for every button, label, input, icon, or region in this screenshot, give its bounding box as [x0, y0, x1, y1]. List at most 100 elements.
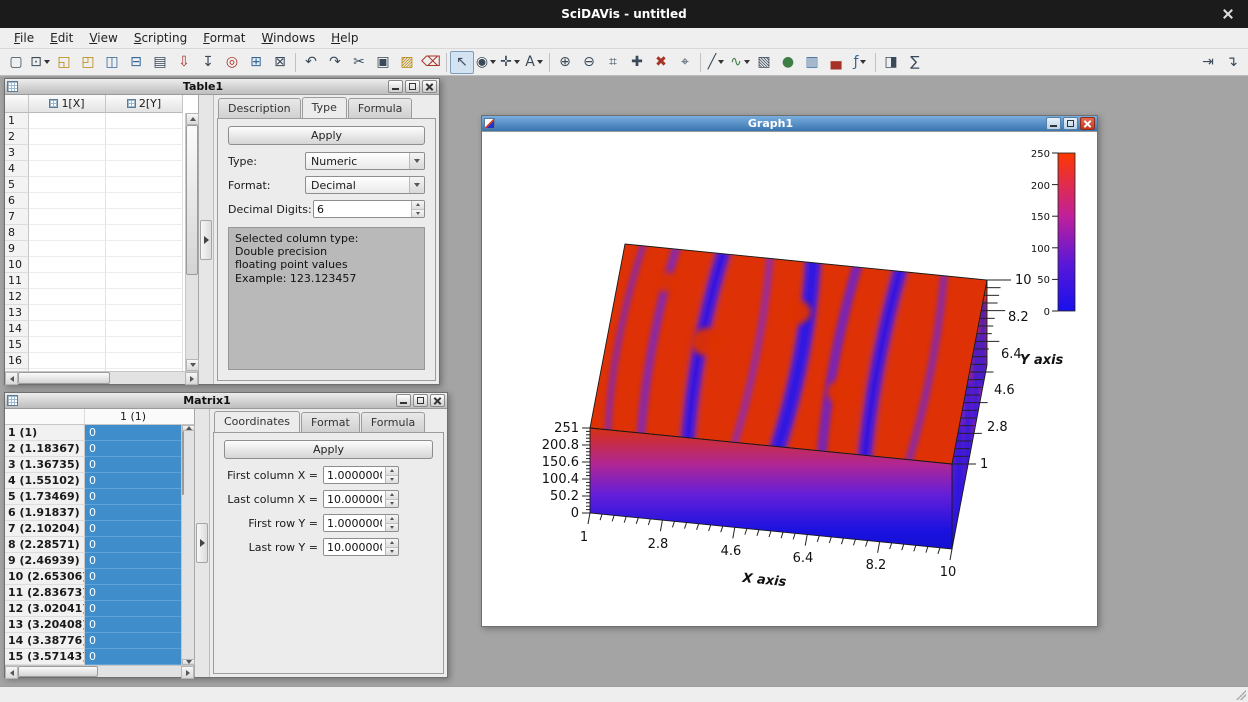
vertical-scrollbar[interactable]	[185, 113, 198, 371]
last-row-y-spinbox[interactable]	[323, 538, 399, 556]
menu-help[interactable]: Help	[323, 28, 366, 48]
matrix-cell[interactable]: 0	[85, 553, 181, 569]
matrix-corner[interactable]	[5, 409, 85, 424]
spin-up-icon[interactable]	[386, 539, 398, 547]
row-header[interactable]: 5	[5, 177, 29, 193]
copy-button[interactable]: ▣	[371, 51, 395, 74]
scrollbar-track[interactable]	[182, 431, 194, 659]
maximize-button[interactable]	[413, 394, 428, 407]
row-header[interactable]: 1	[5, 113, 29, 129]
type-combobox[interactable]: Numeric	[305, 152, 425, 170]
matrix-cell[interactable]: 0	[85, 617, 181, 633]
resize-grip[interactable]	[1236, 690, 1246, 700]
spin-buttons[interactable]	[385, 491, 398, 507]
row-header[interactable]: 13	[5, 305, 29, 321]
table-cell[interactable]	[106, 113, 183, 129]
row-header[interactable]: 8	[5, 225, 29, 241]
maximize-button[interactable]	[405, 80, 420, 93]
first-column-x-input[interactable]	[324, 467, 385, 483]
add-row-button[interactable]: ↴	[1220, 51, 1244, 74]
row-header[interactable]: 15 (3.57143)	[5, 649, 85, 665]
table-cell[interactable]	[106, 225, 183, 241]
table-cell[interactable]	[29, 161, 106, 177]
matrix-cell[interactable]: 0	[85, 521, 181, 537]
graph1-titlebar[interactable]: Graph1	[482, 116, 1097, 132]
matrix-cell[interactable]: 0	[85, 569, 181, 585]
row-header[interactable]: 4	[5, 161, 29, 177]
scroll-left-button[interactable]	[5, 666, 18, 679]
scroll-right-button[interactable]	[185, 372, 198, 385]
matrix-cell[interactable]: 0	[85, 649, 181, 665]
minimize-button[interactable]	[1046, 117, 1061, 130]
scrollbar-thumb[interactable]	[18, 372, 110, 384]
tab-type[interactable]: Type	[302, 97, 347, 118]
matrix-cell[interactable]: 0	[85, 489, 181, 505]
find-button[interactable]: ◎	[220, 51, 244, 74]
spin-down-icon[interactable]	[386, 475, 398, 484]
minimize-button[interactable]	[388, 80, 403, 93]
scrollbar-thumb[interactable]	[186, 125, 198, 275]
row-header[interactable]: 7 (2.10204)	[5, 521, 85, 537]
open-template-button[interactable]: ◰	[76, 51, 100, 74]
matrix-column-header[interactable]: 1 (1)	[85, 409, 181, 424]
table-cell[interactable]	[29, 113, 106, 129]
matrix-cell[interactable]: 0	[85, 633, 181, 649]
add-curve-button[interactable]: ∿	[728, 51, 752, 74]
spin-down-icon[interactable]	[386, 523, 398, 532]
new-aspect-button[interactable]: ⊡	[28, 51, 52, 74]
maximize-button[interactable]	[1063, 117, 1078, 130]
table-cell[interactable]	[106, 353, 183, 369]
minimize-button[interactable]	[396, 394, 411, 407]
select-range-button[interactable]: ◉	[474, 51, 498, 74]
scroll-right-button[interactable]	[181, 666, 194, 679]
redo-button[interactable]: ↷	[323, 51, 347, 74]
column-header-1x[interactable]: 1[X]	[29, 95, 106, 113]
delete-button[interactable]: ⌫	[419, 51, 443, 74]
row-header[interactable]: 12 (3.02041)	[5, 601, 85, 617]
screen-reader-button[interactable]: ⌖	[673, 51, 697, 74]
tab-format[interactable]: Format	[301, 412, 360, 433]
spin-buttons[interactable]	[411, 201, 424, 217]
table1-titlebar[interactable]: Table1	[5, 79, 439, 95]
spin-up-icon[interactable]	[386, 467, 398, 475]
row-header[interactable]: 14 (3.38776)	[5, 633, 85, 649]
matrix-cell[interactable]: 0	[85, 505, 181, 521]
row-header[interactable]: 2	[5, 129, 29, 145]
table-cell[interactable]	[106, 193, 183, 209]
paste-button[interactable]: ▨	[395, 51, 419, 74]
row-header[interactable]: 7	[5, 209, 29, 225]
row-header[interactable]: 3 (1.36735)	[5, 457, 85, 473]
collapse-panel-button[interactable]	[200, 220, 212, 260]
plot-3d-button[interactable]: ●	[776, 51, 800, 74]
table-cell[interactable]	[29, 273, 106, 289]
scrollbar-track[interactable]	[186, 125, 198, 359]
menu-view[interactable]: View	[81, 28, 125, 48]
add-function-button[interactable]: ƒ	[848, 51, 872, 74]
table-cell[interactable]	[106, 161, 183, 177]
vertical-scrollbar[interactable]	[181, 425, 194, 665]
scroll-up-button[interactable]	[186, 113, 199, 125]
plot-area-button[interactable]: ▄	[824, 51, 848, 74]
tab-description[interactable]: Description	[218, 98, 301, 119]
scroll-left-button[interactable]	[5, 372, 18, 385]
save-project-button[interactable]: ◫	[100, 51, 124, 74]
row-header[interactable]: 10	[5, 257, 29, 273]
row-header[interactable]: 1 (1)	[5, 425, 85, 441]
table-cell[interactable]	[29, 305, 106, 321]
apply-button[interactable]: Apply	[228, 126, 425, 145]
cut-button[interactable]: ✂	[347, 51, 371, 74]
table-cell[interactable]	[106, 289, 183, 305]
spin-down-icon[interactable]	[412, 209, 424, 218]
new-project-button[interactable]: ▢	[4, 51, 28, 74]
menu-windows[interactable]: Windows	[254, 28, 324, 48]
table-cell[interactable]	[29, 257, 106, 273]
last-column-x-spinbox[interactable]	[323, 490, 399, 508]
table-cell[interactable]	[29, 321, 106, 337]
row-header[interactable]: 5 (1.73469)	[5, 489, 85, 505]
matrix-cell[interactable]: 0	[85, 425, 181, 441]
row-header[interactable]: 10 (2.65306)	[5, 569, 85, 585]
app-close-icon[interactable]	[1222, 9, 1234, 20]
row-header[interactable]: 9	[5, 241, 29, 257]
table-cell[interactable]	[29, 241, 106, 257]
row-header[interactable]: 4 (1.55102)	[5, 473, 85, 489]
